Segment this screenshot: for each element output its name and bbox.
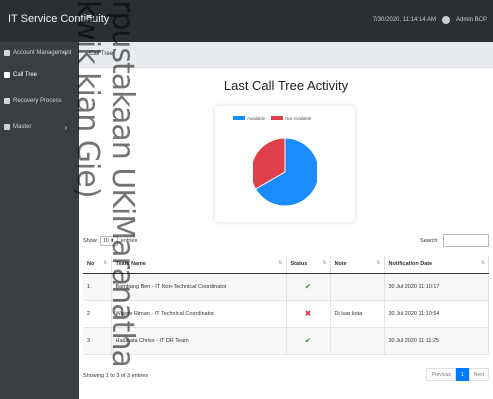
cell-no: 2: [83, 300, 112, 328]
entries-label: entries: [120, 238, 138, 244]
column-header-label: Note: [334, 260, 347, 267]
pagination: Previous 1 Next: [426, 368, 489, 381]
table-row: 1 Bambang Ben - IT Non-Technical Coordina…: [83, 273, 489, 301]
top-bar: IT Service Continuity ≡ 7/30/2020, 11:14…: [0, 0, 493, 42]
sort-icon: ⇅: [322, 260, 327, 266]
cell-team-name: Wayne Riman - IT Technical Coordinator: [111, 300, 287, 328]
account-icon: [4, 50, 10, 56]
search-input[interactable]: [443, 234, 489, 247]
sidebar-item-recovery-process[interactable]: Recovery Process: [0, 90, 79, 112]
sidebar-item-account-management[interactable]: Account Management ›: [0, 42, 79, 64]
main-content: Last Call Tree Activity Available Not Av…: [79, 68, 493, 399]
sidebar-item-label: Recovery Process: [13, 98, 62, 104]
user-icon[interactable]: [441, 16, 450, 24]
previous-button[interactable]: Previous: [426, 368, 456, 381]
pie-chart: [253, 137, 317, 207]
chart-legend: Available Not Available: [233, 116, 311, 121]
page-1-button[interactable]: 1: [455, 368, 469, 381]
sidebar-item-label: Master: [13, 124, 32, 130]
sort-icon: ⇅: [278, 260, 283, 266]
call-tree-table: No ⇅ Team Name ⇅ Status ⇅ Note ⇅ Notificatio…: [83, 255, 489, 355]
master-icon: [4, 124, 10, 130]
legend-swatch: [233, 116, 245, 120]
sidebar-item-label: Call Tree: [13, 72, 38, 78]
cell-note: [330, 273, 385, 301]
entries-select-value: 10: [103, 238, 109, 244]
recovery-icon: [4, 98, 10, 104]
chevron-right-icon: ›: [64, 122, 67, 132]
cell-team-name: Bambang Ben - IT Non-Technical Coordinat…: [111, 273, 287, 301]
column-header-note[interactable]: Note ⇅: [330, 255, 385, 274]
show-label: Show: [83, 238, 97, 244]
pie-chart-card: Available Not Available: [215, 106, 355, 222]
cross-icon: ✖: [304, 309, 312, 318]
table-row: 2 Wayne Riman - IT Technical Coordinator ✖…: [83, 300, 489, 328]
sidebar-item-call-tree[interactable]: Call Tree: [0, 64, 79, 86]
menu-toggle-icon[interactable]: ≡: [86, 12, 92, 24]
column-header-no[interactable]: No ⇅: [83, 255, 112, 274]
breadcrumb-bar: Call Tree: [79, 42, 493, 68]
user-name[interactable]: Admin BCP: [456, 17, 487, 23]
check-icon: ✔: [304, 336, 312, 345]
legend-item-available[interactable]: Available: [233, 116, 265, 121]
cell-status: ✔: [286, 273, 331, 301]
column-header-label: Notification Date: [388, 260, 433, 267]
column-header-notification-date[interactable]: Notification Date ⇅: [384, 255, 489, 274]
table-row: 3 Hadinata Chriss - IT DR Team ✔ 30 Jul 202…: [83, 327, 489, 355]
sidebar-item-label: Account Management: [13, 50, 72, 56]
table-body: 1 Bambang Ben - IT Non-Technical Coordina…: [83, 273, 489, 355]
top-right-info: 7/30/2020, 11:14:14 AM Admin BCP: [373, 16, 487, 24]
cell-team-name: Hadinata Chriss - IT DR Team: [111, 327, 287, 355]
next-button[interactable]: Next: [468, 368, 489, 381]
cell-status: ✔: [286, 327, 331, 355]
page-title: Last Call Tree Activity: [223, 78, 349, 93]
call-tree-icon: [4, 72, 10, 78]
column-header-team-name[interactable]: Team Name ⇅: [111, 255, 287, 274]
legend-label: Available: [247, 116, 266, 121]
search-control: Search:: [420, 234, 489, 247]
sidebar-item-master[interactable]: Master ›: [0, 116, 79, 138]
cell-note: Di luar kota: [330, 300, 385, 328]
sidebar: Account Management › Call Tree Recovery …: [0, 42, 79, 399]
legend-swatch: [271, 116, 284, 120]
datetime: 7/30/2020, 11:14:14 AM: [372, 17, 436, 23]
breadcrumb[interactable]: Call Tree: [89, 51, 113, 57]
legend-label: Not Available: [285, 116, 312, 121]
cell-notification-date: 30 Jul 2020 11:11:25: [384, 327, 489, 355]
cell-status: ✖: [286, 300, 331, 328]
sort-icon: ⇅: [376, 260, 381, 266]
sort-icon: ⇅: [103, 260, 108, 266]
column-header-label: Team Name: [115, 260, 146, 267]
search-label: Search:: [420, 237, 439, 244]
table-header-row: No ⇅ Team Name ⇅ Status ⇅ Note ⇅ Notificatio…: [83, 255, 489, 274]
app-title[interactable]: IT Service Continuity: [8, 13, 109, 25]
sort-icon: ⇅: [480, 260, 485, 266]
column-header-status[interactable]: Status ⇅: [286, 255, 331, 274]
table-info: Showing 1 to 3 of 3 entries: [83, 373, 149, 379]
cell-notification-date: 30 Jul 2020 11:10:17: [384, 273, 489, 301]
entries-select[interactable]: 10 ⬍: [99, 236, 118, 246]
legend-item-not-available[interactable]: Not Available: [271, 116, 311, 121]
cell-notification-date: 30 Jul 2020 11:10:54: [384, 300, 489, 328]
column-header-label: Status: [290, 260, 308, 267]
chevron-right-icon: ›: [64, 48, 67, 58]
cell-note: [330, 327, 385, 355]
entries-control: Show 10 ⬍ entries: [83, 236, 137, 246]
cell-no: 3: [83, 327, 112, 355]
column-header-label: No: [87, 260, 95, 267]
check-icon: ✔: [304, 282, 312, 291]
cell-no: 1: [83, 273, 112, 301]
